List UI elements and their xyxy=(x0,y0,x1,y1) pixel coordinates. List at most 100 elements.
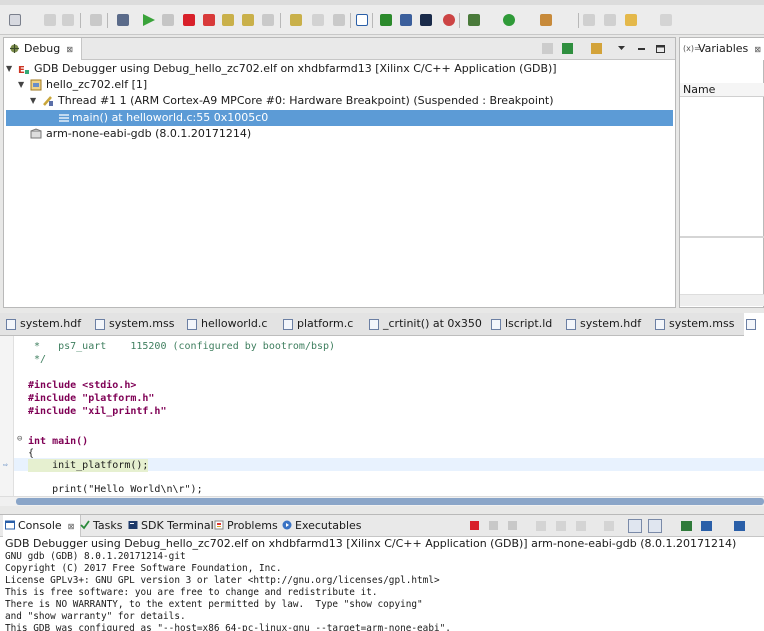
new-console-icon[interactable] xyxy=(734,521,745,531)
tab-system-mss[interactable]: system.mss xyxy=(93,313,174,336)
tab-label: system.mss xyxy=(109,317,175,330)
console-title: GDB Debugger using Debug_hello_zc702.elf… xyxy=(5,537,737,550)
flash-icon[interactable] xyxy=(443,14,455,26)
scroll-lock-icon[interactable] xyxy=(556,521,566,531)
clear-console-icon[interactable] xyxy=(536,521,546,531)
column-header-name[interactable]: Name xyxy=(680,83,764,97)
run-icon[interactable] xyxy=(503,14,515,26)
save-all-icon[interactable] xyxy=(62,14,74,26)
tree-item-frame-selected[interactable]: main() at helloworld.c:55 0x1005c0 xyxy=(6,110,673,126)
tab-debug[interactable]: Debug ⊠ xyxy=(4,38,82,60)
open-console-icon[interactable] xyxy=(681,521,692,531)
tree-item-label: hello_zc702.elf [1] xyxy=(46,78,148,91)
tab-debug-label: Debug xyxy=(24,42,61,55)
fold-icon[interactable]: ⊖ xyxy=(17,434,22,444)
chip-icon[interactable] xyxy=(400,14,412,26)
remove-terminated-icon[interactable] xyxy=(542,43,553,54)
editor-hscroll[interactable] xyxy=(0,496,764,506)
close-icon[interactable]: ⊠ xyxy=(68,522,75,531)
tab-label: SDK Terminal xyxy=(141,519,214,532)
tab-label: Console xyxy=(18,519,62,532)
terminate-icon[interactable] xyxy=(470,521,479,530)
chevron-down-icon[interactable]: ▼ xyxy=(30,93,39,109)
debug-icon[interactable] xyxy=(468,14,480,26)
tab-system-mss-2[interactable]: system.mss xyxy=(653,313,734,336)
suspend-icon[interactable] xyxy=(162,14,174,26)
prev-annotation-icon[interactable] xyxy=(604,14,616,26)
thread-suspended-icon xyxy=(43,96,53,106)
show-on-output-icon[interactable] xyxy=(628,519,642,533)
back-icon[interactable] xyxy=(625,14,637,26)
step-into-icon[interactable] xyxy=(222,14,234,26)
console-icon xyxy=(5,520,15,530)
new-icon[interactable] xyxy=(9,14,21,26)
close-icon[interactable]: ⊠ xyxy=(66,45,73,54)
variables-hscroll[interactable] xyxy=(680,294,764,306)
display-console-icon[interactable] xyxy=(701,521,712,531)
chevron-down-icon[interactable]: ▼ xyxy=(6,61,15,77)
instruction-step-icon[interactable] xyxy=(591,43,602,54)
step-over-icon[interactable] xyxy=(242,14,254,26)
close-icon[interactable]: ⊠ xyxy=(754,45,761,54)
save-icon[interactable] xyxy=(44,14,56,26)
variables-tabbar: (x)= Variables ⊠ xyxy=(680,38,764,60)
tab-problems[interactable]: Problems xyxy=(212,515,278,537)
connect-icon[interactable] xyxy=(562,43,573,54)
terminate-icon[interactable] xyxy=(183,14,195,26)
word-wrap-icon[interactable] xyxy=(576,521,586,531)
external-tools-icon[interactable] xyxy=(540,14,552,26)
editor-hscroll-thumb[interactable] xyxy=(16,498,764,505)
console-view: Console ⊠ Tasks SDK Terminal Problems Exe… xyxy=(0,514,764,631)
view-menu-icon[interactable] xyxy=(616,43,627,54)
tab-executables[interactable]: Executables xyxy=(280,515,362,537)
tab-variables[interactable]: (x)= Variables ⊠ xyxy=(680,38,764,60)
drop-to-frame-icon[interactable] xyxy=(333,14,345,26)
console-toggle-icon[interactable] xyxy=(356,14,368,26)
next-annotation-icon[interactable] xyxy=(583,14,595,26)
program-fpga-icon[interactable] xyxy=(380,14,392,26)
tree-item-label: arm-none-eabi-gdb (8.0.1.20171214) xyxy=(46,127,252,140)
tab-helloworld-c[interactable]: helloworld.c xyxy=(185,313,267,336)
step-return-icon[interactable] xyxy=(262,14,274,26)
chevron-down-icon[interactable]: ▼ xyxy=(18,77,27,93)
tab-crtinit[interactable]: _crtinit() at 0x350 xyxy=(367,313,482,336)
tab-system-hdf-2[interactable]: system.hdf xyxy=(564,313,641,336)
print-icon[interactable] xyxy=(90,14,102,26)
pin-console-icon[interactable] xyxy=(604,521,614,531)
tab-sdk-terminal[interactable]: SDK Terminal xyxy=(126,515,214,537)
show-on-error-icon[interactable] xyxy=(648,519,662,533)
file-icon xyxy=(655,319,665,330)
step-filter-icon[interactable] xyxy=(312,14,324,26)
disconnect-icon[interactable] xyxy=(203,14,215,26)
tab-console[interactable]: Console ⊠ xyxy=(3,515,82,537)
tab-tasks[interactable]: Tasks xyxy=(78,515,122,537)
console-tabbar: Console ⊠ Tasks SDK Terminal Problems Exe… xyxy=(0,515,764,537)
remove-all-terminated-icon[interactable] xyxy=(508,521,517,530)
resume-icon[interactable] xyxy=(143,14,155,26)
gdb-process-icon xyxy=(30,128,42,139)
console-line: There is NO WARRANTY, to the extent perm… xyxy=(5,599,423,610)
code-line: * ps7_uart 115200 (configured by bootrom… xyxy=(28,341,336,352)
variables-icon: (x)= xyxy=(683,44,701,53)
maximize-icon[interactable] xyxy=(655,43,666,54)
terminal-icon[interactable] xyxy=(420,14,432,26)
tab-lscript-ld[interactable]: lscript.ld xyxy=(489,313,552,336)
tab-label: helloworld.c xyxy=(201,317,268,330)
tab-variables-label: Variables xyxy=(698,42,749,55)
remove-launch-icon[interactable] xyxy=(489,521,498,530)
code-line: #include "platform.h" xyxy=(28,393,155,404)
variables-divider[interactable] xyxy=(680,236,764,238)
tab-system-hdf[interactable]: system.hdf xyxy=(4,313,81,336)
forward-icon[interactable] xyxy=(660,14,672,26)
console-line: GNU gdb (GDB) 8.0.1.20171214-git xyxy=(5,551,186,562)
tab-active-overflow[interactable] xyxy=(744,313,764,336)
tab-platform-c[interactable]: platform.c xyxy=(281,313,353,336)
code-editor[interactable]: ⇨ ⊖ * ps7_uart 115200 (configured by boo… xyxy=(0,336,764,496)
file-icon xyxy=(95,319,105,330)
editor-tabs: system.hdf system.mss helloworld.c platf… xyxy=(0,313,764,336)
tree-item-label: GDB Debugger using Debug_hello_zc702.elf… xyxy=(34,62,557,75)
code-line: */ xyxy=(28,354,47,365)
minimize-icon[interactable] xyxy=(636,43,647,54)
skip-breakpoints-icon[interactable] xyxy=(117,14,129,26)
instruction-stepping-icon[interactable] xyxy=(290,14,302,26)
